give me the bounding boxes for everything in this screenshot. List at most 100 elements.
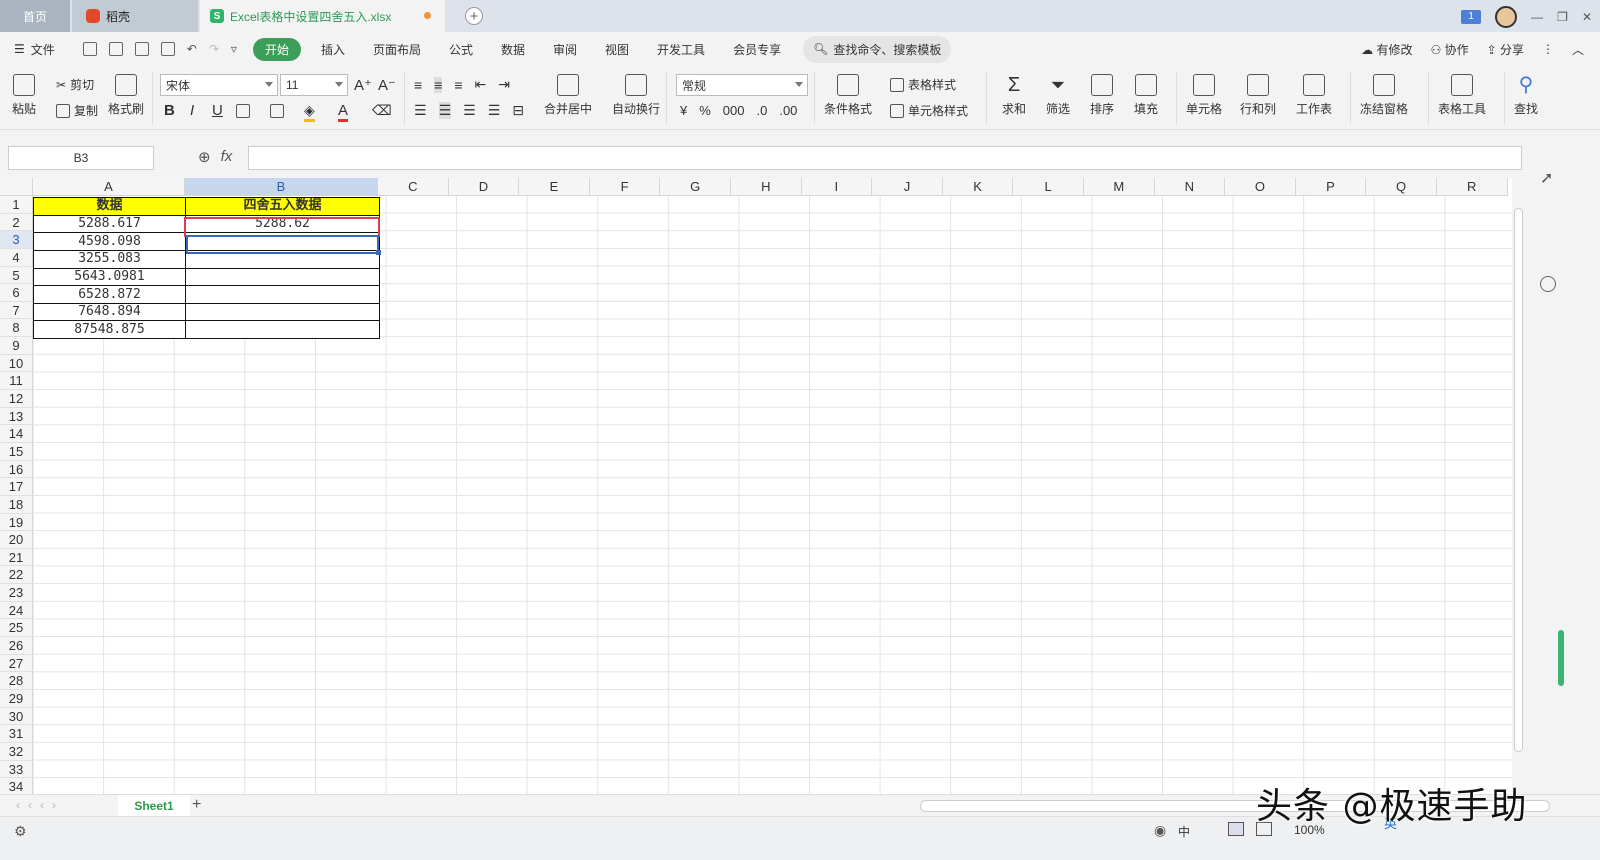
merge-center-button[interactable]: 合并居中 bbox=[544, 74, 592, 117]
row-header[interactable]: 31 bbox=[0, 725, 33, 743]
eraser-icon[interactable]: ⌫ bbox=[372, 102, 392, 119]
menu-page-layout[interactable]: 页面布局 bbox=[359, 41, 435, 58]
row-header[interactable]: 14 bbox=[0, 425, 33, 443]
column-header[interactable]: A bbox=[33, 178, 185, 196]
minimize-icon[interactable]: — bbox=[1531, 10, 1543, 24]
sheet-tab[interactable]: Sheet1 bbox=[118, 795, 190, 817]
row-header[interactable]: 28 bbox=[0, 672, 33, 690]
row-header[interactable]: 32 bbox=[0, 742, 33, 761]
table-style-button[interactable]: 表格样式 bbox=[890, 76, 956, 93]
scroll-thumb[interactable] bbox=[1514, 208, 1523, 752]
close-icon[interactable]: ✕ bbox=[1582, 10, 1592, 24]
distributed-icon[interactable]: ⊟ bbox=[512, 102, 524, 119]
collaborate-button[interactable]: ⚇ 协作 bbox=[1430, 41, 1468, 58]
justify-icon[interactable]: ☰ bbox=[488, 102, 501, 119]
row-header[interactable]: 1 bbox=[0, 196, 33, 214]
new-tab-button[interactable]: + bbox=[465, 7, 483, 25]
column-header[interactable]: K bbox=[942, 178, 1014, 196]
formula-input[interactable] bbox=[248, 146, 1522, 170]
tab-document[interactable]: S Excel表格中设置四舍五入.xlsx bbox=[200, 0, 445, 32]
column-header[interactable]: J bbox=[872, 178, 943, 196]
cursor-icon[interactable]: ➚ bbox=[1540, 168, 1553, 188]
font-size-select[interactable]: 11 bbox=[280, 74, 348, 96]
paste-button[interactable]: 粘贴 bbox=[12, 74, 36, 117]
collapse-ribbon-icon[interactable]: ︿ bbox=[1572, 41, 1584, 58]
row-header[interactable]: 8 bbox=[0, 319, 33, 338]
fill-button[interactable]: 填充 bbox=[1134, 74, 1158, 117]
macro-icon[interactable]: ⚙ bbox=[14, 823, 27, 840]
column-header[interactable]: N bbox=[1154, 178, 1226, 196]
row-header[interactable]: 6 bbox=[0, 284, 33, 302]
row-header[interactable]: 11 bbox=[0, 372, 33, 391]
row-header[interactable]: 19 bbox=[0, 513, 33, 532]
worksheet-button[interactable]: 工作表 bbox=[1296, 74, 1332, 117]
row-header[interactable]: 30 bbox=[0, 707, 33, 726]
menu-view[interactable]: 视图 bbox=[591, 41, 643, 58]
row-header[interactable]: 16 bbox=[0, 460, 33, 479]
indent-decrease-icon[interactable]: ⇤ bbox=[475, 76, 487, 93]
table-cell[interactable] bbox=[185, 267, 380, 287]
sum-button[interactable]: Σ 求和 bbox=[1002, 74, 1026, 117]
find-button[interactable]: ⚲ 查找 bbox=[1514, 74, 1538, 117]
sort-button[interactable]: 排序 bbox=[1090, 74, 1114, 117]
row-header[interactable]: 26 bbox=[0, 637, 33, 655]
menu-file[interactable]: ☰ 文件 bbox=[0, 41, 69, 58]
wrap-text-button[interactable]: 自动换行 bbox=[612, 74, 660, 117]
menu-review[interactable]: 审阅 bbox=[539, 41, 591, 58]
select-all-corner[interactable] bbox=[0, 178, 33, 196]
row-header[interactable]: 20 bbox=[0, 531, 33, 549]
fill-handle[interactable] bbox=[376, 250, 381, 255]
increase-decimal-icon[interactable]: .0 bbox=[757, 103, 768, 118]
row-header[interactable]: 2 bbox=[0, 213, 33, 232]
fill-color-icon[interactable]: ◈ bbox=[304, 102, 315, 122]
decrease-font-icon[interactable]: A⁻ bbox=[378, 76, 396, 94]
window-count-badge[interactable]: 1 bbox=[1461, 10, 1482, 24]
font-name-select[interactable]: 宋体 bbox=[160, 74, 278, 96]
table-tools-button[interactable]: 表格工具 bbox=[1438, 74, 1486, 117]
eye-protect-icon[interactable]: ◉ bbox=[1154, 822, 1166, 839]
column-header[interactable]: R bbox=[1436, 178, 1508, 196]
format-painter-button[interactable]: 格式刷 bbox=[108, 74, 144, 117]
column-header[interactable]: D bbox=[448, 178, 520, 196]
table-cell[interactable]: 87548.875 bbox=[33, 320, 186, 340]
row-header[interactable]: 3 bbox=[0, 231, 33, 249]
column-header[interactable]: P bbox=[1295, 178, 1367, 196]
input-method-indicator[interactable]: 中 bbox=[1178, 823, 1190, 840]
share-button[interactable]: ⇪ 分享 bbox=[1487, 41, 1524, 58]
more-icon[interactable]: ⋮ bbox=[1542, 42, 1554, 56]
print-icon[interactable] bbox=[134, 42, 149, 56]
filter-button[interactable]: ⏷ 筛选 bbox=[1046, 74, 1070, 117]
bold-icon[interactable]: B bbox=[164, 102, 175, 119]
row-header[interactable]: 5 bbox=[0, 266, 33, 285]
underline-icon[interactable]: U bbox=[212, 102, 223, 119]
column-header[interactable]: I bbox=[801, 178, 873, 196]
row-header[interactable]: 4 bbox=[0, 248, 33, 267]
row-header[interactable]: 12 bbox=[0, 390, 33, 408]
row-header[interactable]: 27 bbox=[0, 654, 33, 673]
zoom-icon[interactable]: ⊕ bbox=[198, 148, 211, 166]
table-cell[interactable] bbox=[185, 320, 380, 340]
save-icon[interactable] bbox=[82, 42, 97, 56]
align-middle-icon[interactable]: ≡ bbox=[434, 76, 443, 93]
conditional-format-button[interactable]: 条件格式 bbox=[824, 74, 872, 117]
cut-button[interactable]: ✂ 剪切 bbox=[56, 76, 94, 93]
column-header[interactable]: G bbox=[660, 178, 731, 196]
currency-icon[interactable]: ¥ bbox=[680, 103, 687, 118]
modified-button[interactable]: ☁ 有修改 bbox=[1361, 41, 1412, 58]
row-header[interactable]: 18 bbox=[0, 495, 33, 514]
table-cell[interactable]: 数据 bbox=[33, 197, 186, 216]
tab-daoke[interactable]: 稻壳 bbox=[72, 0, 198, 32]
row-header[interactable]: 23 bbox=[0, 584, 33, 602]
sheet-nav-icon[interactable]: ‹‹‹› bbox=[16, 798, 64, 812]
row-header[interactable]: 22 bbox=[0, 566, 33, 585]
table-cell[interactable]: 6528.872 bbox=[33, 285, 186, 304]
freeze-panes-button[interactable]: 冻结窗格 bbox=[1360, 74, 1408, 117]
avatar[interactable] bbox=[1495, 6, 1518, 28]
align-center-icon[interactable]: ☰ bbox=[438, 102, 452, 119]
column-header[interactable]: O bbox=[1225, 178, 1296, 196]
font-color-icon[interactable]: A bbox=[338, 102, 349, 122]
row-header[interactable]: 24 bbox=[0, 601, 33, 620]
row-header[interactable]: 10 bbox=[0, 354, 33, 373]
command-search[interactable]: 🔍︎ 查找命令、搜索模板 bbox=[803, 35, 952, 63]
maximize-icon[interactable]: ❐ bbox=[1557, 10, 1568, 24]
